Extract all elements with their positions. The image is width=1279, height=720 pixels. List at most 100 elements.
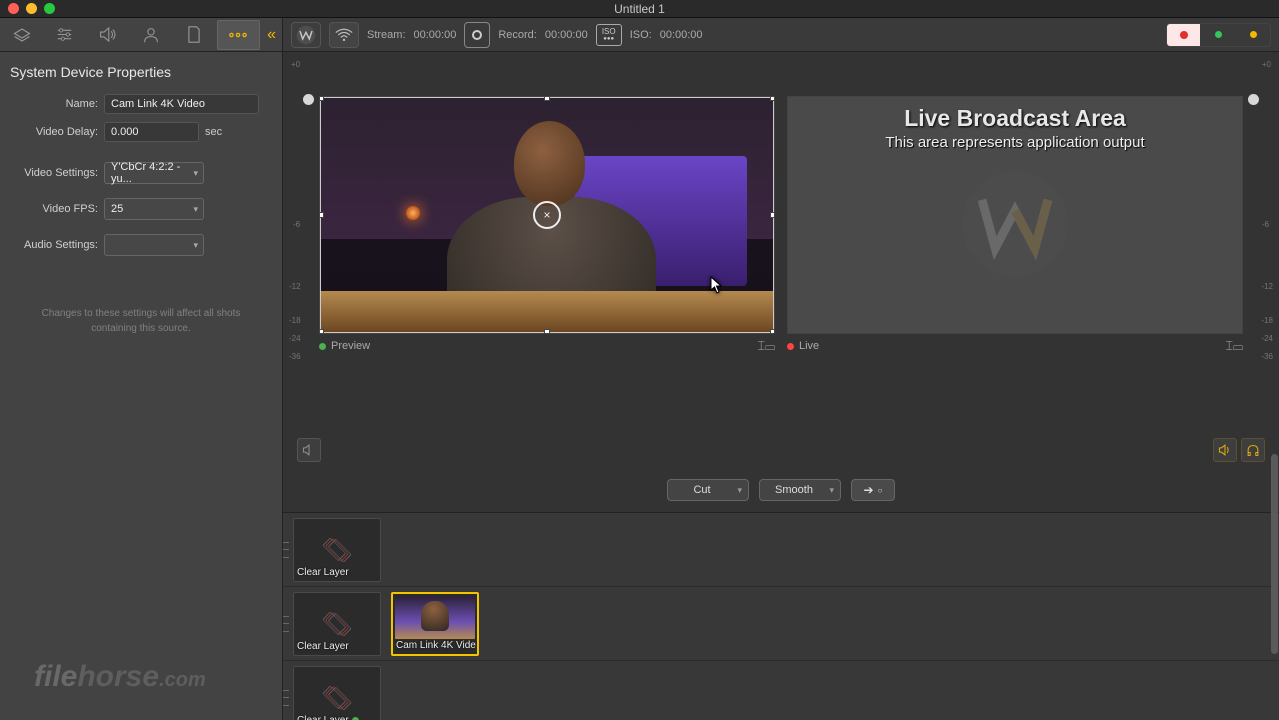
live-audio-button[interactable] (1213, 438, 1237, 462)
status-red[interactable] (1167, 24, 1200, 46)
smooth-label: Smooth (775, 484, 813, 496)
app-logo-watermark-icon (960, 169, 1070, 282)
live-area-title: Live Broadcast Area (904, 105, 1126, 132)
drag-handle-icon[interactable] (283, 542, 290, 558)
scrollbar-thumb[interactable] (1271, 454, 1278, 654)
shot-label: Cam Link 4K Vide (396, 640, 478, 651)
name-input[interactable] (104, 94, 259, 114)
layer-row[interactable]: Clear Layer (283, 513, 1279, 587)
audio-tab-icon[interactable] (86, 18, 129, 52)
video-delay-label: Video Delay: (10, 126, 98, 138)
close-selection-icon[interactable]: × (533, 201, 561, 229)
layers-panel: Clear LayerClear LayerCam Link 4K VideCl… (283, 512, 1279, 720)
shot-thumbnail (395, 596, 475, 639)
audio-meter-left[interactable]: +0 -6 -12 -18 -24 -36 (287, 56, 307, 438)
cursor-icon (710, 276, 724, 294)
mute-preview-button[interactable] (297, 438, 321, 462)
shot-clear-layer[interactable]: Clear Layer (293, 518, 381, 582)
preview-label-row: Preview ⌶▭ (319, 334, 775, 358)
meter-knob-icon[interactable] (303, 94, 314, 105)
status-yellow[interactable] (1237, 24, 1270, 46)
go-button[interactable]: ➔○ (851, 479, 895, 501)
titlebar: Untitled 1 (0, 0, 1279, 18)
iso-button-label: ISO (602, 28, 616, 36)
status-indicators (1166, 23, 1271, 47)
transition-cut-select[interactable]: Cut (667, 479, 749, 501)
live-area-subtitle: This area represents application output (885, 134, 1144, 151)
source-properties-tab-icon[interactable] (217, 20, 260, 50)
meter-knob-icon[interactable] (1248, 94, 1259, 105)
layer-row[interactable]: Clear Layer Cam Link 4K Vide (283, 587, 1279, 661)
person-tab-icon[interactable] (130, 18, 173, 52)
audio-settings-label: Audio Settings: (10, 239, 98, 251)
audio-meter-right[interactable]: +0 -6 -12 -18 -24 -36 (1255, 56, 1275, 438)
document-tab-icon[interactable] (173, 18, 216, 52)
meter-tick: -6 (1262, 220, 1269, 229)
shot-label: Clear Layer (297, 715, 379, 720)
video-delay-input[interactable] (104, 122, 199, 142)
layers-tab-icon[interactable] (0, 18, 43, 52)
shot-live-dot (352, 717, 359, 720)
shot-clear-layer[interactable]: Clear Layer (293, 592, 381, 656)
transition-bar: Cut Smooth ➔○ (283, 468, 1279, 512)
live-display-icon[interactable]: ⌶▭ (1225, 338, 1243, 354)
status-green[interactable] (1202, 24, 1235, 46)
delay-unit: sec (205, 126, 222, 138)
go-indicator-icon: ○ (878, 486, 883, 495)
record-label: Record: (498, 29, 537, 41)
monitors-section: +0 -6 -12 -18 -24 -36 (283, 52, 1279, 438)
meter-tick: -36 (289, 352, 301, 361)
collapse-sidebar-icon[interactable]: « (267, 26, 276, 44)
monitor-footer-row (283, 438, 1279, 468)
main-area: +0 -6 -12 -18 -24 -36 (283, 52, 1279, 720)
preview-canvas[interactable]: × (319, 96, 775, 334)
stream-label: Stream: (367, 29, 406, 41)
clear-layer-icon (323, 613, 351, 635)
video-fps-label: Video FPS: (10, 203, 98, 215)
meter-tick: -12 (1261, 282, 1273, 291)
cut-label: Cut (693, 484, 710, 496)
meter-tick: +0 (291, 60, 300, 69)
meter-tick: -6 (293, 220, 300, 229)
drag-handle-icon[interactable] (283, 616, 290, 632)
network-status-icon[interactable] (329, 22, 359, 48)
inspector-tabs: « (0, 18, 283, 51)
name-label: Name: (10, 98, 98, 110)
shot-clear-layer[interactable]: Clear Layer (293, 666, 381, 720)
headphones-button[interactable] (1241, 438, 1265, 462)
transition-smooth-select[interactable]: Smooth (759, 479, 841, 501)
sliders-tab-icon[interactable] (43, 18, 86, 52)
app-logo-icon[interactable] (291, 22, 321, 48)
monitors-wrap: × Preview ⌶▭ Live Broadcast Area This ar… (307, 56, 1255, 438)
record-time: 00:00:00 (545, 29, 588, 41)
meter-tick: -12 (289, 282, 301, 291)
live-monitor: Live Broadcast Area This area represents… (787, 96, 1243, 438)
record-button[interactable] (464, 22, 490, 48)
window-title: Untitled 1 (0, 2, 1279, 16)
video-fps-select[interactable]: 25 (104, 198, 204, 220)
drag-handle-icon[interactable] (283, 690, 290, 706)
iso-button[interactable]: ISO●●● (596, 24, 622, 46)
meter-tick: +0 (1262, 60, 1271, 69)
clear-layer-icon (323, 687, 351, 709)
meter-tick: -18 (1261, 316, 1273, 325)
meter-tick: -36 (1261, 352, 1273, 361)
shot-label: Clear Layer (297, 567, 379, 578)
preview-label: Preview (331, 340, 370, 352)
stream-time: 00:00:00 (414, 29, 457, 41)
preview-monitor: × Preview ⌶▭ (319, 96, 775, 438)
video-settings-select[interactable]: Y'CbCr 4:2:2 - yu... (104, 162, 204, 184)
toolbar: « Stream: 00:00:00 Record: 00:00:00 ISO●… (0, 18, 1279, 52)
meter-tick: -24 (1261, 334, 1273, 343)
record-icon (472, 30, 482, 40)
live-canvas[interactable]: Live Broadcast Area This area represents… (787, 96, 1243, 334)
watermark-text: filehorse.com (34, 660, 206, 694)
audio-settings-select[interactable] (104, 234, 204, 256)
workspace: System Device Properties Name: Video Del… (0, 52, 1279, 720)
preview-display-icon[interactable]: ⌶▭ (757, 338, 775, 354)
layer-row[interactable]: Clear Layer (283, 661, 1279, 720)
shot-camera[interactable]: Cam Link 4K Vide (391, 592, 479, 656)
live-label-row: Live ⌶▭ (787, 334, 1243, 358)
live-status-dot (787, 343, 794, 350)
preview-status-dot (319, 343, 326, 350)
